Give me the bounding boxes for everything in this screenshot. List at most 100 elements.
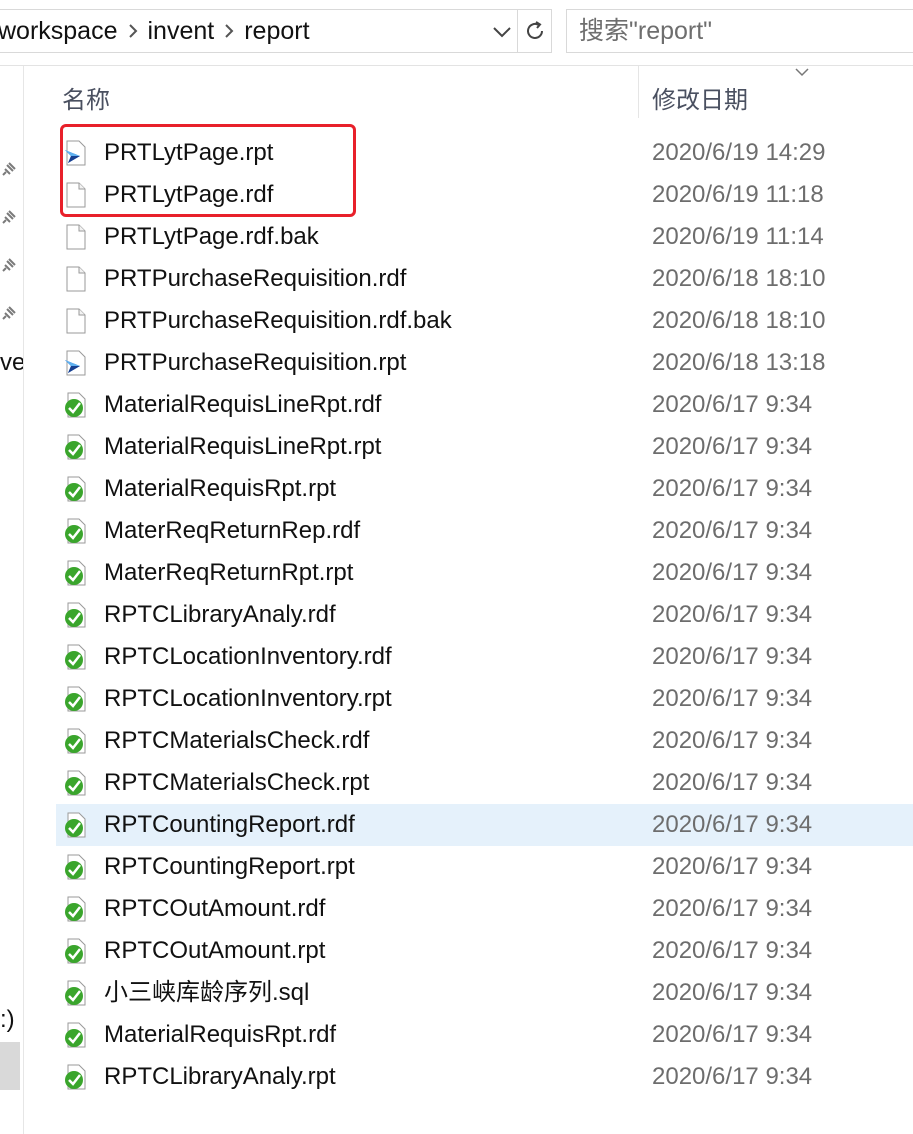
file-name: MaterialRequisLineRpt.rpt (104, 433, 382, 460)
green-check-file-icon (64, 1022, 88, 1048)
file-row[interactable]: MaterialRequisLineRpt.rpt 2020/6/17 9:34 (56, 426, 913, 468)
green-check-file-icon (64, 518, 88, 544)
file-name: RPTCLibraryAnaly.rpt (104, 1063, 336, 1090)
file-date-modified: 2020/6/18 13:18 (652, 349, 826, 376)
file-date-modified: 2020/6/19 11:18 (652, 181, 824, 208)
file-date-modified: 2020/6/17 9:34 (652, 1021, 813, 1048)
file-row[interactable]: PRTLytPage.rdf 2020/6/19 11:18 (56, 174, 913, 216)
column-header: 名称 修改日期 (24, 66, 913, 122)
blank-file-icon (64, 266, 88, 292)
green-check-file-icon (64, 938, 88, 964)
file-date-modified: 2020/6/17 9:34 (652, 559, 813, 586)
column-header-name[interactable]: 名称 (62, 80, 110, 115)
pin-icon[interactable] (2, 306, 16, 320)
file-row[interactable]: MaterReqReturnRpt.rpt 2020/6/17 9:34 (56, 552, 913, 594)
pin-icon[interactable] (2, 210, 16, 224)
file-row[interactable]: PRTPurchaseRequisition.rpt 2020/6/18 13:1… (56, 342, 913, 384)
refresh-icon (526, 21, 543, 39)
nav-selected-item[interactable] (0, 1042, 20, 1090)
file-name: RPTCOutAmount.rdf (104, 895, 326, 922)
file-date-modified: 2020/6/17 9:34 (652, 601, 813, 628)
file-row[interactable]: RPTCLibraryAnaly.rdf 2020/6/17 9:34 (56, 594, 913, 636)
file-name: RPTCLibraryAnaly.rdf (104, 601, 336, 628)
breadcrumb-workspace[interactable]: workspace (0, 17, 118, 46)
file-row[interactable]: RPTCountingReport.rpt 2020/6/17 9:34 (56, 846, 913, 888)
breadcrumb-invent[interactable]: invent (148, 17, 215, 46)
file-name: MaterReqReturnRpt.rpt (104, 559, 354, 586)
green-check-file-icon (64, 686, 88, 712)
green-check-file-icon (64, 392, 88, 418)
file-name: RPTCMaterialsCheck.rdf (104, 727, 370, 754)
address-history-chevron-down-icon[interactable] (490, 20, 514, 44)
file-name: RPTCLocationInventory.rdf (104, 643, 392, 670)
chevron-right-icon[interactable] (118, 23, 148, 39)
file-row[interactable]: RPTCOutAmount.rpt 2020/6/17 9:34 (56, 930, 913, 972)
file-name: RPTCLocationInventory.rpt (104, 685, 392, 712)
pin-icon[interactable] (2, 258, 16, 272)
nav-drive-partial-label[interactable]: :) (0, 1006, 15, 1034)
green-check-file-icon (64, 728, 88, 754)
file-row[interactable]: RPTCOutAmount.rdf 2020/6/17 9:34 (56, 888, 913, 930)
file-list: PRTLytPage.rpt 2020/6/19 14:29 PRTLytPage.… (56, 132, 913, 1098)
file-name: RPTCountingReport.rdf (104, 811, 355, 838)
file-row[interactable]: PRTPurchaseRequisition.rdf.bak 2020/6/18 … (56, 300, 913, 342)
address-bar[interactable]: workspace invent report (0, 9, 552, 53)
green-check-file-icon (64, 854, 88, 880)
blank-file-icon (64, 224, 88, 250)
file-name: RPTCMaterialsCheck.rpt (104, 769, 370, 796)
file-name: PRTLytPage.rdf (104, 181, 274, 208)
file-row[interactable]: MaterialRequisRpt.rpt 2020/6/17 9:34 (56, 468, 913, 510)
file-row[interactable]: PRTLytPage.rpt 2020/6/19 14:29 (56, 132, 913, 174)
file-name: PRTPurchaseRequisition.rpt (104, 349, 407, 376)
file-row[interactable]: MaterReqReturnRep.rdf 2020/6/17 9:34 (56, 510, 913, 552)
file-row[interactable]: RPTCMaterialsCheck.rdf 2020/6/17 9:34 (56, 720, 913, 762)
file-row[interactable]: RPTCLocationInventory.rpt 2020/6/17 9:34 (56, 678, 913, 720)
rpt-arrow-icon (64, 350, 88, 376)
chevron-right-icon[interactable] (214, 23, 244, 39)
nav-item-partial-label[interactable]: ve (0, 349, 23, 377)
green-check-file-icon (64, 434, 88, 460)
navigation-pane: ve :) (0, 66, 24, 1134)
file-date-modified: 2020/6/17 9:34 (652, 769, 813, 796)
file-row[interactable]: 小三峡库龄序列.sql 2020/6/17 9:34 (56, 972, 913, 1014)
file-name: MaterialRequisRpt.rdf (104, 1021, 337, 1048)
file-row[interactable]: MaterialRequisRpt.rdf 2020/6/17 9:34 (56, 1014, 913, 1056)
green-check-file-icon (64, 770, 88, 796)
file-row[interactable]: PRTPurchaseRequisition.rdf 2020/6/18 18:1… (56, 258, 913, 300)
file-name: PRTLytPage.rpt (104, 139, 274, 166)
blank-file-icon (64, 182, 88, 208)
file-date-modified: 2020/6/19 14:29 (652, 139, 826, 166)
file-name: 小三峡库龄序列.sql (104, 979, 310, 1006)
file-date-modified: 2020/6/18 18:10 (652, 265, 826, 292)
file-date-modified: 2020/6/17 9:34 (652, 937, 813, 964)
file-date-modified: 2020/6/19 11:14 (652, 223, 824, 250)
breadcrumb: workspace invent report (0, 10, 310, 52)
file-name: PRTPurchaseRequisition.rdf (104, 265, 407, 292)
green-check-file-icon (64, 602, 88, 628)
file-date-modified: 2020/6/17 9:34 (652, 811, 813, 838)
file-date-modified: 2020/6/17 9:34 (652, 685, 813, 712)
green-check-file-icon (64, 896, 88, 922)
breadcrumb-report[interactable]: report (244, 17, 309, 46)
file-row[interactable]: RPTCLibraryAnaly.rpt 2020/6/17 9:34 (56, 1056, 913, 1098)
file-row[interactable]: RPTCMaterialsCheck.rpt 2020/6/17 9:34 (56, 762, 913, 804)
file-date-modified: 2020/6/17 9:34 (652, 979, 813, 1006)
file-row[interactable]: RPTCountingReport.rdf 2020/6/17 9:34 (56, 804, 913, 846)
file-row[interactable]: PRTLytPage.rdf.bak 2020/6/19 11:14 (56, 216, 913, 258)
search-input[interactable] (566, 9, 913, 53)
file-row[interactable]: RPTCLocationInventory.rdf 2020/6/17 9:34 (56, 636, 913, 678)
pin-icon[interactable] (2, 162, 16, 176)
file-name: RPTCOutAmount.rpt (104, 937, 326, 964)
column-header-date-modified[interactable]: 修改日期 (652, 80, 748, 115)
file-date-modified: 2020/6/18 18:10 (652, 307, 826, 334)
refresh-button[interactable] (517, 10, 551, 52)
file-row[interactable]: MaterialRequisLineRpt.rdf 2020/6/17 9:34 (56, 384, 913, 426)
column-divider[interactable] (638, 66, 639, 118)
file-date-modified: 2020/6/17 9:34 (652, 475, 813, 502)
navigation-bar: workspace invent report (0, 0, 913, 64)
green-check-file-icon (64, 812, 88, 838)
file-date-modified: 2020/6/17 9:34 (652, 433, 813, 460)
file-date-modified: 2020/6/17 9:34 (652, 853, 813, 880)
file-name: RPTCountingReport.rpt (104, 853, 355, 880)
green-check-file-icon (64, 1064, 88, 1090)
